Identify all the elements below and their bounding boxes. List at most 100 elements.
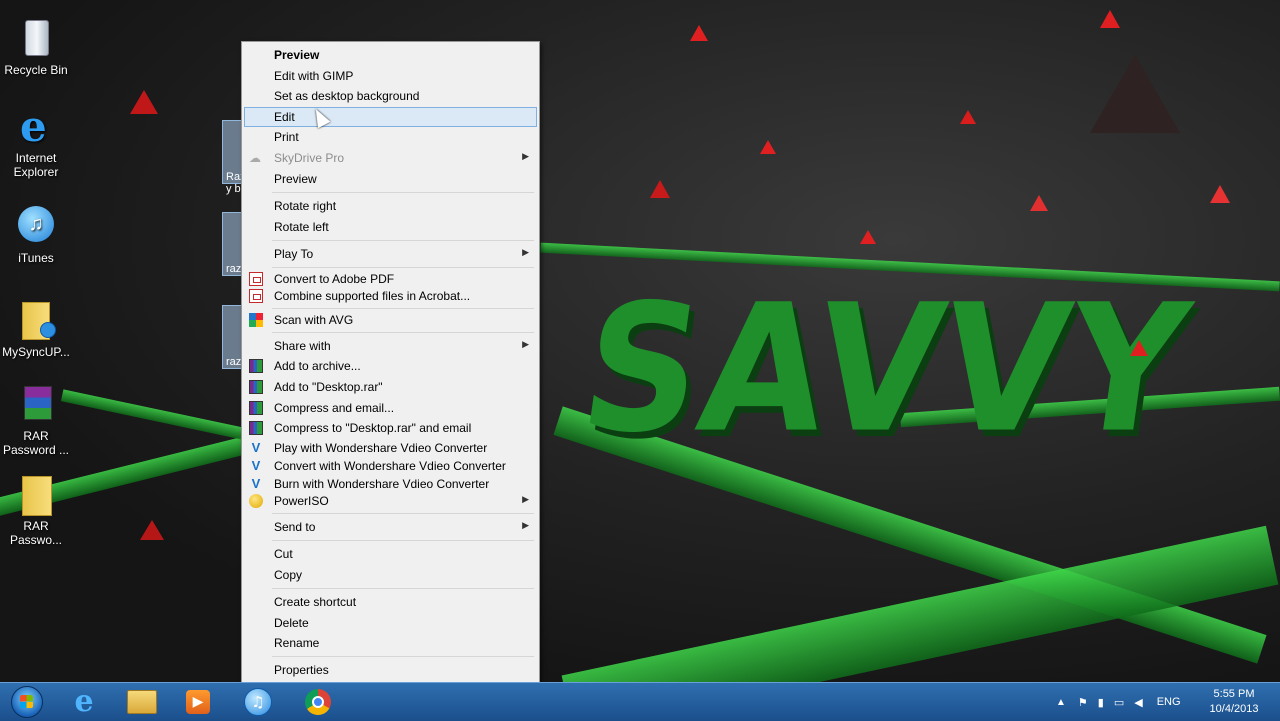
tray-expand-icon[interactable]: ▲ [1056, 697, 1066, 708]
menu-item-print[interactable]: Print [244, 127, 537, 147]
menu-separator [272, 656, 534, 657]
wallpaper-beam [60, 389, 260, 443]
skydrive-cloud-icon: ☁ [249, 151, 261, 165]
wallpaper-shard [960, 110, 976, 124]
menu-item-set-desktop-background[interactable]: Set as desktop background [244, 86, 537, 106]
menu-separator [272, 513, 534, 514]
menu-separator [272, 308, 534, 309]
menu-item-cut[interactable]: Cut [244, 544, 537, 564]
network-signal-icon[interactable]: ▮ [1098, 696, 1104, 709]
desktop-icon-rar-password-folder[interactable]: RAR Passwo... [2, 472, 70, 547]
wondershare-icon: V [251, 476, 261, 491]
desktop-icon-internet-explorer[interactable]: e Internet Explorer [2, 104, 70, 180]
winrar-icon [249, 421, 263, 435]
acrobat-combine-icon [249, 289, 263, 303]
menu-item-preview-default[interactable]: Preview [244, 45, 537, 65]
submenu-arrow-icon: ▶ [522, 520, 529, 530]
submenu-arrow-icon: ▶ [522, 151, 529, 161]
menu-item-compress-and-email[interactable]: Compress and email... [244, 398, 537, 418]
wallpaper-shard [1130, 340, 1148, 356]
desktop-icon-mysyncup[interactable]: MySyncUP... [2, 298, 70, 359]
desktop-icon-rar-password[interactable]: RAR Password ... [2, 382, 70, 457]
submenu-arrow-icon: ▶ [522, 247, 529, 257]
menu-item-send-to[interactable]: Send to ▶ [244, 517, 537, 537]
desktop-icon-label: RAR Password ... [2, 429, 70, 457]
menu-item-properties[interactable]: Properties [244, 660, 537, 680]
submenu-arrow-icon: ▶ [522, 494, 529, 504]
taskbar-chrome[interactable] [296, 686, 340, 718]
internet-explorer-icon: e [74, 684, 94, 719]
menu-item-rename[interactable]: Rename [244, 633, 537, 653]
menu-item-share-with[interactable]: Share with ▶ [244, 336, 537, 356]
menu-separator [272, 332, 534, 333]
taskbar-internet-explorer[interactable]: e [62, 686, 106, 718]
menu-item-copy[interactable]: Copy [244, 565, 537, 585]
start-orb-icon [11, 686, 43, 718]
menu-separator [272, 240, 534, 241]
wallpaper-shard [140, 520, 164, 540]
adobe-pdf-icon [249, 272, 263, 286]
menu-item-delete[interactable]: Delete [244, 613, 537, 633]
menu-item-add-to-desktop-rar[interactable]: Add to "Desktop.rar" [244, 377, 537, 397]
menu-item-edit[interactable]: Edit [244, 107, 537, 127]
media-player-icon: ▶ [186, 690, 210, 714]
wallpaper-shard [1030, 195, 1048, 211]
menu-separator [272, 540, 534, 541]
recycle-bin-icon [14, 16, 58, 60]
menu-item-rotate-right[interactable]: Rotate right [244, 196, 537, 216]
file-label: raz [226, 263, 242, 275]
folder-icon [14, 472, 58, 516]
clock-date: 10/4/2013 [1209, 703, 1259, 715]
language-indicator[interactable]: ENG [1157, 696, 1181, 708]
wallpaper-shard [1210, 185, 1230, 203]
menu-item-rotate-left[interactable]: Rotate left [244, 217, 537, 237]
menu-item-scan-avg[interactable]: Scan with AVG [244, 310, 537, 330]
taskbar-itunes[interactable]: ♫ [236, 686, 280, 718]
clock-time: 5:55 PM [1213, 688, 1255, 700]
wallpaper-shard [860, 230, 876, 244]
taskbar-clock[interactable]: 5:55 PM 10/4/2013 [1200, 687, 1268, 717]
menu-item-preview[interactable]: Preview [244, 169, 537, 189]
battery-icon[interactable]: ▭ [1114, 696, 1124, 709]
menu-item-play-wondershare[interactable]: V Play with Wondershare Vdieo Converter [244, 438, 537, 458]
menu-item-edit-with-gimp[interactable]: Edit with GIMP [244, 66, 537, 86]
action-center-flag-icon[interactable]: ⚑ [1078, 696, 1088, 709]
winrar-icon [249, 401, 263, 415]
volume-icon[interactable]: ◀ [1134, 696, 1142, 709]
winrar-icon [14, 382, 58, 426]
desktop-icon-label: Internet Explorer [13, 151, 59, 179]
wallpaper-shard [130, 90, 158, 114]
desktop-icon-recycle-bin[interactable]: Recycle Bin [2, 16, 70, 77]
desktop-icon-label: iTunes [18, 251, 54, 265]
context-menu: Preview Edit with GIMP Set as desktop ba… [241, 41, 540, 684]
menu-item-play-to[interactable]: Play To ▶ [244, 244, 537, 264]
wallpaper-shard [760, 140, 776, 154]
menu-item-compress-desktop-rar-email[interactable]: Compress to "Desktop.rar" and email [244, 418, 537, 438]
menu-item-combine-acrobat[interactable]: Combine supported files in Acrobat... [244, 286, 537, 306]
menu-item-create-shortcut[interactable]: Create shortcut [244, 592, 537, 612]
chrome-icon [305, 689, 331, 715]
poweriso-icon [249, 494, 263, 508]
wallpaper-shard [1090, 55, 1180, 133]
menu-item-convert-wondershare[interactable]: V Convert with Wondershare Vdieo Convert… [244, 456, 537, 476]
wallpaper-shard [690, 25, 708, 41]
file-explorer-icon [127, 690, 157, 714]
submenu-arrow-icon: ▶ [522, 339, 529, 349]
taskbar-media-player[interactable]: ▶ [176, 686, 220, 718]
desktop-icon-label: RAR Passwo... [9, 519, 63, 547]
desktop-icon-label: Recycle Bin [4, 63, 68, 77]
taskbar-file-explorer[interactable] [120, 686, 164, 718]
desktop-icon-label: MySyncUP... [2, 345, 70, 359]
file-label: raz [226, 356, 242, 368]
start-button[interactable] [5, 686, 49, 718]
taskbar: e ▶ ♫ ▲ ⚑ ▮ ▭ ◀ ENG 5:55 PM 10/4/2013 [0, 682, 1280, 721]
menu-separator [272, 192, 534, 193]
wallpaper-shard [650, 180, 670, 198]
menu-item-poweriso[interactable]: PowerISO ▶ [244, 491, 537, 511]
wondershare-icon: V [251, 440, 261, 455]
menu-item-add-to-archive[interactable]: Add to archive... [244, 356, 537, 376]
wondershare-icon: V [251, 458, 261, 473]
desktop-icon-itunes[interactable]: ♫ iTunes [2, 204, 70, 265]
menu-item-skydrive-pro[interactable]: ☁ SkyDrive Pro ▶ [244, 148, 537, 168]
desktop-wallpaper: SAVVY Recycle Bin e Internet Explorer ♫ … [0, 0, 1280, 682]
